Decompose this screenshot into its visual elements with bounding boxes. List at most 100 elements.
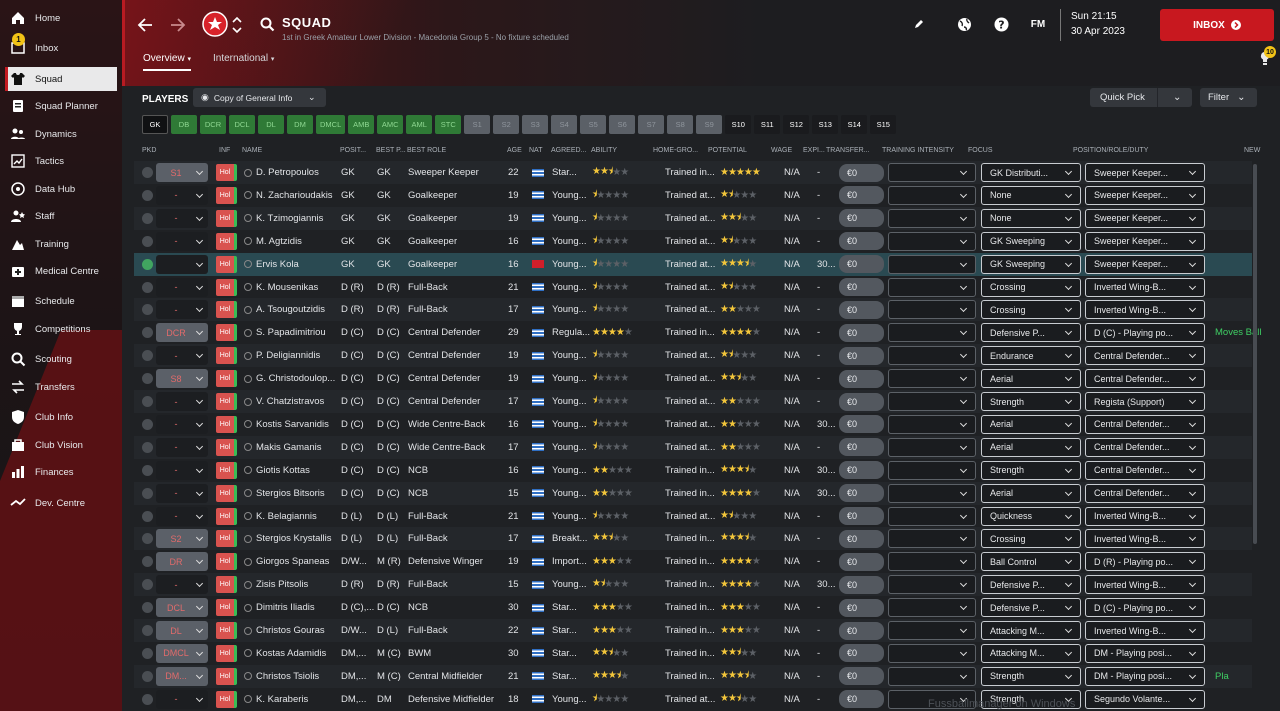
column-header[interactable]: NAME — [242, 147, 262, 154]
holiday-badge[interactable]: Hol — [216, 599, 237, 617]
table-scrollbar[interactable] — [1253, 164, 1257, 544]
sidebar-item-squad-planner[interactable]: Squad Planner — [0, 94, 118, 118]
training-intensity-select[interactable] — [888, 643, 976, 663]
tab-international[interactable]: International ▾ — [213, 53, 274, 64]
player-name[interactable]: S. Papadimitriou — [244, 321, 340, 344]
club-crest[interactable] — [202, 11, 228, 37]
pick-select[interactable]: - — [156, 437, 208, 457]
player-name[interactable]: M. Agtzidis — [244, 230, 340, 253]
sidebar-item-inbox[interactable]: 1 Inbox — [0, 33, 118, 60]
pick-select[interactable]: - — [156, 346, 208, 366]
focus-select[interactable]: GK Sweeping — [981, 231, 1081, 251]
position-chip-stc[interactable]: STC — [435, 115, 462, 134]
holiday-badge[interactable]: Hol — [216, 461, 237, 479]
select-checkbox[interactable] — [142, 436, 154, 459]
column-header[interactable]: POSIT... — [340, 147, 366, 154]
training-intensity-select[interactable] — [888, 460, 976, 480]
holiday-badge[interactable]: Hol — [216, 278, 237, 296]
position-role-select[interactable]: Sweeper Keeper... — [1085, 208, 1205, 228]
position-role-select[interactable]: Central Defender... — [1085, 437, 1205, 457]
search-button[interactable] — [259, 16, 275, 32]
table-row[interactable]: - Hol K. Karaberis DM,... DM Defensive Midfie… — [134, 688, 1252, 711]
focus-select[interactable]: GK Distributi... — [981, 163, 1081, 182]
column-header[interactable]: TRAINING INTENSITY — [882, 147, 954, 154]
holiday-badge[interactable]: Hol — [216, 622, 237, 639]
column-header[interactable]: POSITION/ROLE/DUTY — [1073, 147, 1148, 154]
select-checkbox[interactable] — [142, 298, 154, 321]
holiday-badge[interactable]: Hol — [216, 164, 237, 181]
column-header[interactable]: PKD — [142, 147, 156, 154]
transfer-value-pill[interactable]: €0 — [839, 667, 884, 686]
transfer-value-pill[interactable]: €0 — [839, 232, 884, 251]
player-name[interactable]: K. Tzimogiannis — [244, 207, 340, 230]
sidebar-item-squad[interactable]: Squad — [5, 67, 117, 91]
help-button[interactable]: ? — [993, 16, 1009, 32]
pick-select[interactable]: DCL — [156, 598, 208, 618]
select-checkbox[interactable] — [142, 230, 154, 253]
training-intensity-select[interactable] — [888, 529, 976, 549]
edit-button[interactable] — [912, 17, 926, 31]
position-role-select[interactable]: Segundo Volante... — [1085, 689, 1205, 709]
holiday-badge[interactable]: Hol — [216, 255, 237, 273]
pick-select[interactable]: - — [156, 277, 208, 297]
position-role-select[interactable]: DM - Playing posi... — [1085, 643, 1205, 663]
select-checkbox[interactable] — [142, 390, 154, 413]
player-name[interactable]: Ervis Kola — [244, 253, 340, 276]
position-chip-db[interactable]: DB — [171, 115, 197, 134]
training-intensity-select[interactable] — [888, 666, 976, 686]
focus-select[interactable]: Aerial — [981, 483, 1081, 503]
pick-select[interactable]: DR — [156, 552, 208, 572]
column-header[interactable]: NEW — [1244, 147, 1260, 154]
position-chip-dmcl[interactable]: DMCL — [316, 115, 346, 134]
select-checkbox[interactable] — [142, 619, 154, 642]
quick-pick-button[interactable]: Quick Pick ⌄ — [1090, 88, 1192, 107]
training-intensity-select[interactable] — [888, 437, 976, 457]
focus-select[interactable]: Aerial — [981, 369, 1081, 389]
table-row[interactable]: DR Hol Giorgos Spaneas D/W... M (R) Defensive… — [134, 550, 1252, 573]
position-role-select[interactable]: Inverted Wing-B... — [1085, 621, 1205, 640]
training-intensity-select[interactable] — [888, 185, 976, 205]
holiday-badge[interactable]: Hol — [216, 186, 237, 204]
column-header[interactable]: AGE — [507, 147, 522, 154]
holiday-badge[interactable]: Hol — [216, 370, 237, 388]
training-intensity-select[interactable] — [888, 323, 976, 343]
transfer-value-pill[interactable]: €0 — [839, 484, 884, 503]
position-chip-s11[interactable]: S11 — [754, 115, 781, 134]
holiday-badge[interactable]: Hol — [216, 484, 237, 502]
column-header[interactable]: AGREED... — [551, 147, 586, 154]
focus-select[interactable]: GK Sweeping — [981, 254, 1081, 274]
transfer-value-pill[interactable]: €0 — [839, 461, 884, 480]
pick-select[interactable]: - — [156, 300, 208, 320]
focus-select[interactable]: None — [981, 208, 1081, 228]
position-chip-amb[interactable]: AMB — [348, 115, 375, 134]
training-intensity-select[interactable] — [888, 414, 976, 434]
table-row[interactable]: S8 Hol G. Christodoulop... D (C) D (C) Centra… — [134, 367, 1252, 390]
sidebar-item-staff[interactable]: Staff — [0, 204, 118, 228]
training-intensity-select[interactable] — [888, 483, 976, 503]
table-row[interactable]: - Hol Makis Gamanis D (C) D (C) Wide Centre-B… — [134, 435, 1252, 459]
player-name[interactable]: Dimitris Iliadis — [244, 596, 340, 619]
sidebar-item-tactics[interactable]: Tactics — [0, 149, 118, 173]
pick-select[interactable]: - — [156, 231, 208, 251]
column-header[interactable]: NAT — [529, 147, 542, 154]
pick-select[interactable]: S1 — [156, 163, 208, 182]
position-chip-s1[interactable]: S1 — [464, 115, 491, 134]
select-checkbox[interactable] — [142, 688, 154, 711]
notifications-button[interactable]: 10 — [1253, 46, 1277, 68]
select-checkbox[interactable] — [142, 527, 154, 550]
table-row[interactable]: - Hol K. Belagiannis D (L) D (L) Full-Back 21 Y… — [134, 505, 1252, 528]
transfer-value-pill[interactable]: €0 — [839, 323, 884, 342]
training-intensity-select[interactable] — [888, 163, 976, 182]
table-row[interactable]: S2 Hol Stergios Krystallis D (L) D (L) Full-B… — [134, 527, 1252, 551]
select-checkbox[interactable] — [142, 459, 154, 482]
focus-select[interactable]: Ball Control — [981, 552, 1081, 572]
select-checkbox[interactable] — [142, 207, 154, 230]
select-checkbox[interactable] — [142, 276, 154, 299]
player-name[interactable]: Makis Gamanis — [244, 436, 340, 459]
transfer-value-pill[interactable]: €0 — [839, 598, 884, 617]
player-name[interactable]: V. Chatzistravos — [244, 390, 340, 413]
position-role-select[interactable]: Regista (Support) — [1085, 392, 1205, 411]
pick-select[interactable]: - — [156, 185, 208, 205]
transfer-value-pill[interactable]: €0 — [839, 552, 884, 571]
position-chip-s7[interactable]: S7 — [638, 115, 665, 134]
